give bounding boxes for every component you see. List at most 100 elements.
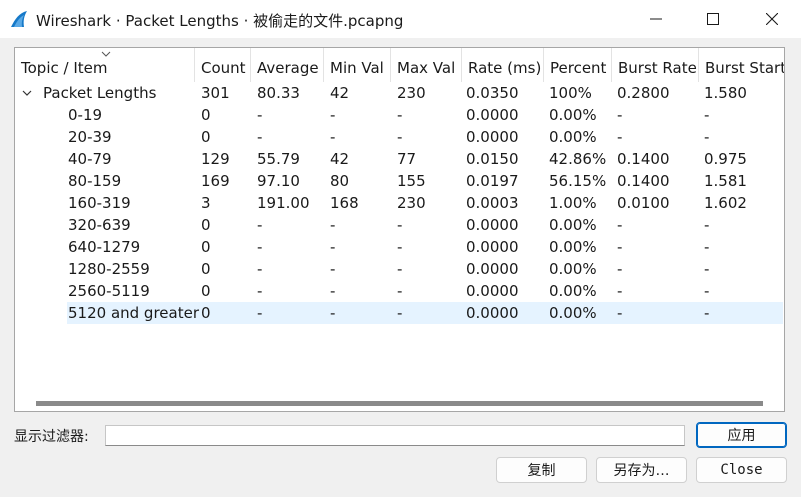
table-row[interactable]: 5120 and greater 0 - - - 0.0000 0.00% - - xyxy=(15,302,784,324)
title-bar: Wireshark · Packet Lengths · 被偷走的文件.pcap… xyxy=(0,0,801,38)
cell-rate: 0.0150 xyxy=(466,150,519,168)
column-header-label: Min Val xyxy=(330,59,384,77)
cell-burst-start: - xyxy=(704,304,710,322)
column-header-average[interactable]: Average xyxy=(251,48,324,82)
cell-average: - xyxy=(257,238,263,256)
column-header-burst-start[interactable]: Burst Start xyxy=(699,48,785,82)
cell-average: 80.33 xyxy=(257,84,300,102)
cell-count: 0 xyxy=(201,106,211,124)
cell-burst-start: - xyxy=(704,282,710,300)
table-row[interactable]: 40-79 129 55.79 42 77 0.0150 42.86% 0.1400 0.975 xyxy=(15,148,784,170)
column-header-label: Count xyxy=(201,59,246,77)
copy-button[interactable]: 复制 xyxy=(496,457,587,483)
column-header-label: Topic / Item xyxy=(21,59,108,77)
cell-burst-rate: 0.2800 xyxy=(617,84,670,102)
cell-count: 0 xyxy=(201,260,211,278)
table-row[interactable]: 160-319 3 191.00 168 230 0.0003 1.00% 0.0100 1.6… xyxy=(15,192,784,214)
cell-percent: 42.86% xyxy=(549,150,607,168)
cell-average: - xyxy=(257,260,263,278)
chevron-down-icon[interactable] xyxy=(21,82,35,104)
scrollbar-thumb[interactable] xyxy=(36,401,763,406)
column-header-topic[interactable]: Topic / Item xyxy=(15,48,195,82)
cell-item: 80-159 xyxy=(68,172,122,190)
wireshark-fin-icon xyxy=(9,9,29,29)
cell-max-val: - xyxy=(397,128,403,146)
cell-percent: 0.00% xyxy=(549,260,597,278)
cell-rate: 0.0000 xyxy=(466,260,519,278)
apply-button[interactable]: 应用 xyxy=(696,422,787,448)
cell-percent: 1.00% xyxy=(549,194,597,212)
cell-count: 0 xyxy=(201,282,211,300)
cell-burst-rate: - xyxy=(617,304,623,322)
cell-burst-rate: - xyxy=(617,238,623,256)
table-row[interactable]: 320-639 0 - - - 0.0000 0.00% - - xyxy=(15,214,784,236)
cell-average: 97.10 xyxy=(257,172,300,190)
cell-min-val: - xyxy=(330,304,336,322)
table-row[interactable]: 0-19 0 - - - 0.0000 0.00% - - xyxy=(15,104,784,126)
maximize-icon xyxy=(707,13,719,25)
cell-burst-start: - xyxy=(704,216,710,234)
table-row[interactable]: 20-39 0 - - - 0.0000 0.00% - - xyxy=(15,126,784,148)
sort-descending-icon xyxy=(101,51,111,57)
minimize-button[interactable] xyxy=(627,0,685,38)
cell-burst-rate: 0.1400 xyxy=(617,150,670,168)
cell-max-val: - xyxy=(397,304,403,322)
table-row-parent[interactable]: Packet Lengths 301 80.33 42 230 0.0350 100% 0.2… xyxy=(15,82,784,104)
cell-percent: 100% xyxy=(549,84,592,102)
cell-burst-start: - xyxy=(704,260,710,278)
cell-max-val: - xyxy=(397,282,403,300)
cell-count: 0 xyxy=(201,304,211,322)
display-filter-input[interactable] xyxy=(105,425,685,446)
table-row[interactable]: 1280-2559 0 - - - 0.0000 0.00% - - xyxy=(15,258,784,280)
column-header-label: Percent xyxy=(550,59,607,77)
cell-min-val: - xyxy=(330,216,336,234)
cell-percent: 0.00% xyxy=(549,128,597,146)
stats-tree-table[interactable]: Topic / Item Count Average Min Val Max V… xyxy=(14,47,785,412)
cell-burst-start: 1.581 xyxy=(704,172,747,190)
column-header-count[interactable]: Count xyxy=(195,48,251,82)
cell-percent: 0.00% xyxy=(549,216,597,234)
column-header-burst-rate[interactable]: Burst Rate xyxy=(612,48,699,82)
cell-burst-start: - xyxy=(704,106,710,124)
maximize-button[interactable] xyxy=(684,0,742,38)
cell-max-val: 77 xyxy=(397,150,417,168)
column-header-label: Burst Start xyxy=(705,59,785,77)
column-header-rate[interactable]: Rate (ms) xyxy=(462,48,544,82)
column-header-percent[interactable]: Percent xyxy=(544,48,612,82)
close-button[interactable]: Close xyxy=(696,457,787,483)
horizontal-scrollbar[interactable] xyxy=(16,397,783,410)
cell-percent: 56.15% xyxy=(549,172,607,190)
cell-min-val: 42 xyxy=(330,84,350,102)
column-header-min-val[interactable]: Min Val xyxy=(324,48,391,82)
cell-item: 40-79 xyxy=(68,150,112,168)
cell-min-val: - xyxy=(330,282,336,300)
cell-burst-rate: - xyxy=(617,106,623,124)
column-header-label: Burst Rate xyxy=(618,59,697,77)
cell-min-val: 80 xyxy=(330,172,350,190)
cell-burst-rate: - xyxy=(617,216,623,234)
cell-max-val: 230 xyxy=(397,84,426,102)
column-header-max-val[interactable]: Max Val xyxy=(391,48,462,82)
cell-item: 20-39 xyxy=(68,128,112,146)
cell-max-val: 155 xyxy=(397,172,426,190)
save-as-button[interactable]: 另存为… xyxy=(596,457,687,483)
cell-max-val: - xyxy=(397,238,403,256)
table-row[interactable]: 2560-5119 0 - - - 0.0000 0.00% - - xyxy=(15,280,784,302)
cell-count: 3 xyxy=(201,194,211,212)
cell-item: 5120 and greater xyxy=(68,304,199,322)
cell-average: - xyxy=(257,106,263,124)
cell-item: Packet Lengths xyxy=(43,84,157,102)
cell-burst-start: 1.580 xyxy=(704,84,747,102)
cell-count: 0 xyxy=(201,238,211,256)
cell-percent: 0.00% xyxy=(549,106,597,124)
table-row[interactable]: 80-159 169 97.10 80 155 0.0197 56.15% 0.1400 1.5… xyxy=(15,170,784,192)
cell-count: 301 xyxy=(201,84,230,102)
table-row[interactable]: 640-1279 0 - - - 0.0000 0.00% - - xyxy=(15,236,784,258)
cell-burst-start: - xyxy=(704,128,710,146)
close-window-button[interactable] xyxy=(743,0,801,38)
close-icon xyxy=(766,13,778,25)
cell-rate: 0.0000 xyxy=(466,128,519,146)
cell-rate: 0.0000 xyxy=(466,106,519,124)
cell-rate: 0.0197 xyxy=(466,172,519,190)
column-header-label: Max Val xyxy=(397,59,456,77)
